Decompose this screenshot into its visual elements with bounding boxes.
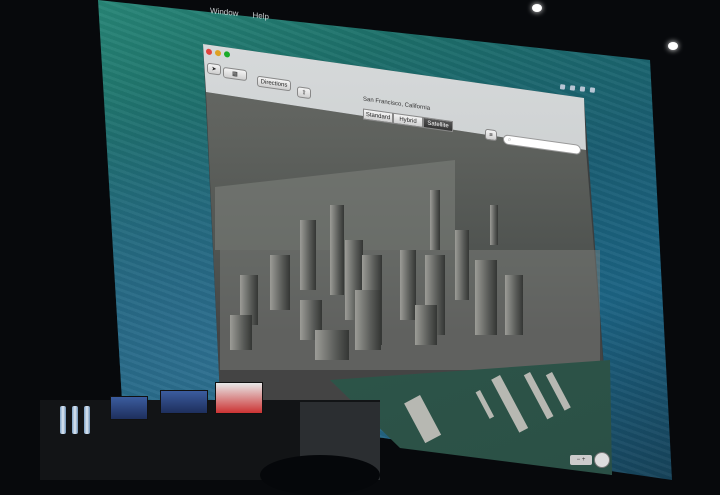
search-icon: ⌕ — [508, 136, 512, 143]
zoom-button[interactable] — [224, 50, 230, 58]
list-icon: ≡ — [489, 131, 493, 139]
menu-item-window[interactable]: Window — [210, 6, 238, 18]
stage-light — [532, 4, 542, 12]
wifi-icon[interactable] — [559, 84, 566, 90]
stage-light — [668, 42, 678, 50]
compass-icon[interactable] — [594, 452, 610, 468]
laptop-screen — [215, 382, 263, 414]
water-bottle — [60, 406, 66, 434]
battery-icon[interactable] — [579, 86, 586, 92]
audience-silhouette — [260, 455, 380, 495]
directions-button[interactable]: Directions — [257, 75, 291, 92]
sidebar-toggle-button[interactable]: ≡ — [485, 128, 497, 142]
menu-item-help[interactable]: Help — [252, 10, 268, 21]
zoom-control[interactable]: − + — [570, 455, 592, 465]
share-button[interactable]: ⇪ — [297, 86, 311, 100]
water-bottle — [84, 406, 90, 434]
volume-icon[interactable] — [569, 85, 576, 91]
laptop — [160, 390, 208, 414]
location-button[interactable]: ➤ — [207, 62, 221, 76]
water-bottle — [72, 406, 78, 434]
laptop — [110, 396, 148, 420]
location-arrow-icon: ➤ — [211, 66, 217, 73]
close-button[interactable] — [206, 48, 212, 56]
minimize-button[interactable] — [215, 49, 221, 57]
share-icon: ⇪ — [301, 89, 307, 97]
3d-toggle-button[interactable]: ▦ — [223, 66, 247, 82]
spotlight-icon[interactable] — [589, 87, 596, 93]
3d-toggle-icon: ▦ — [232, 71, 238, 78]
